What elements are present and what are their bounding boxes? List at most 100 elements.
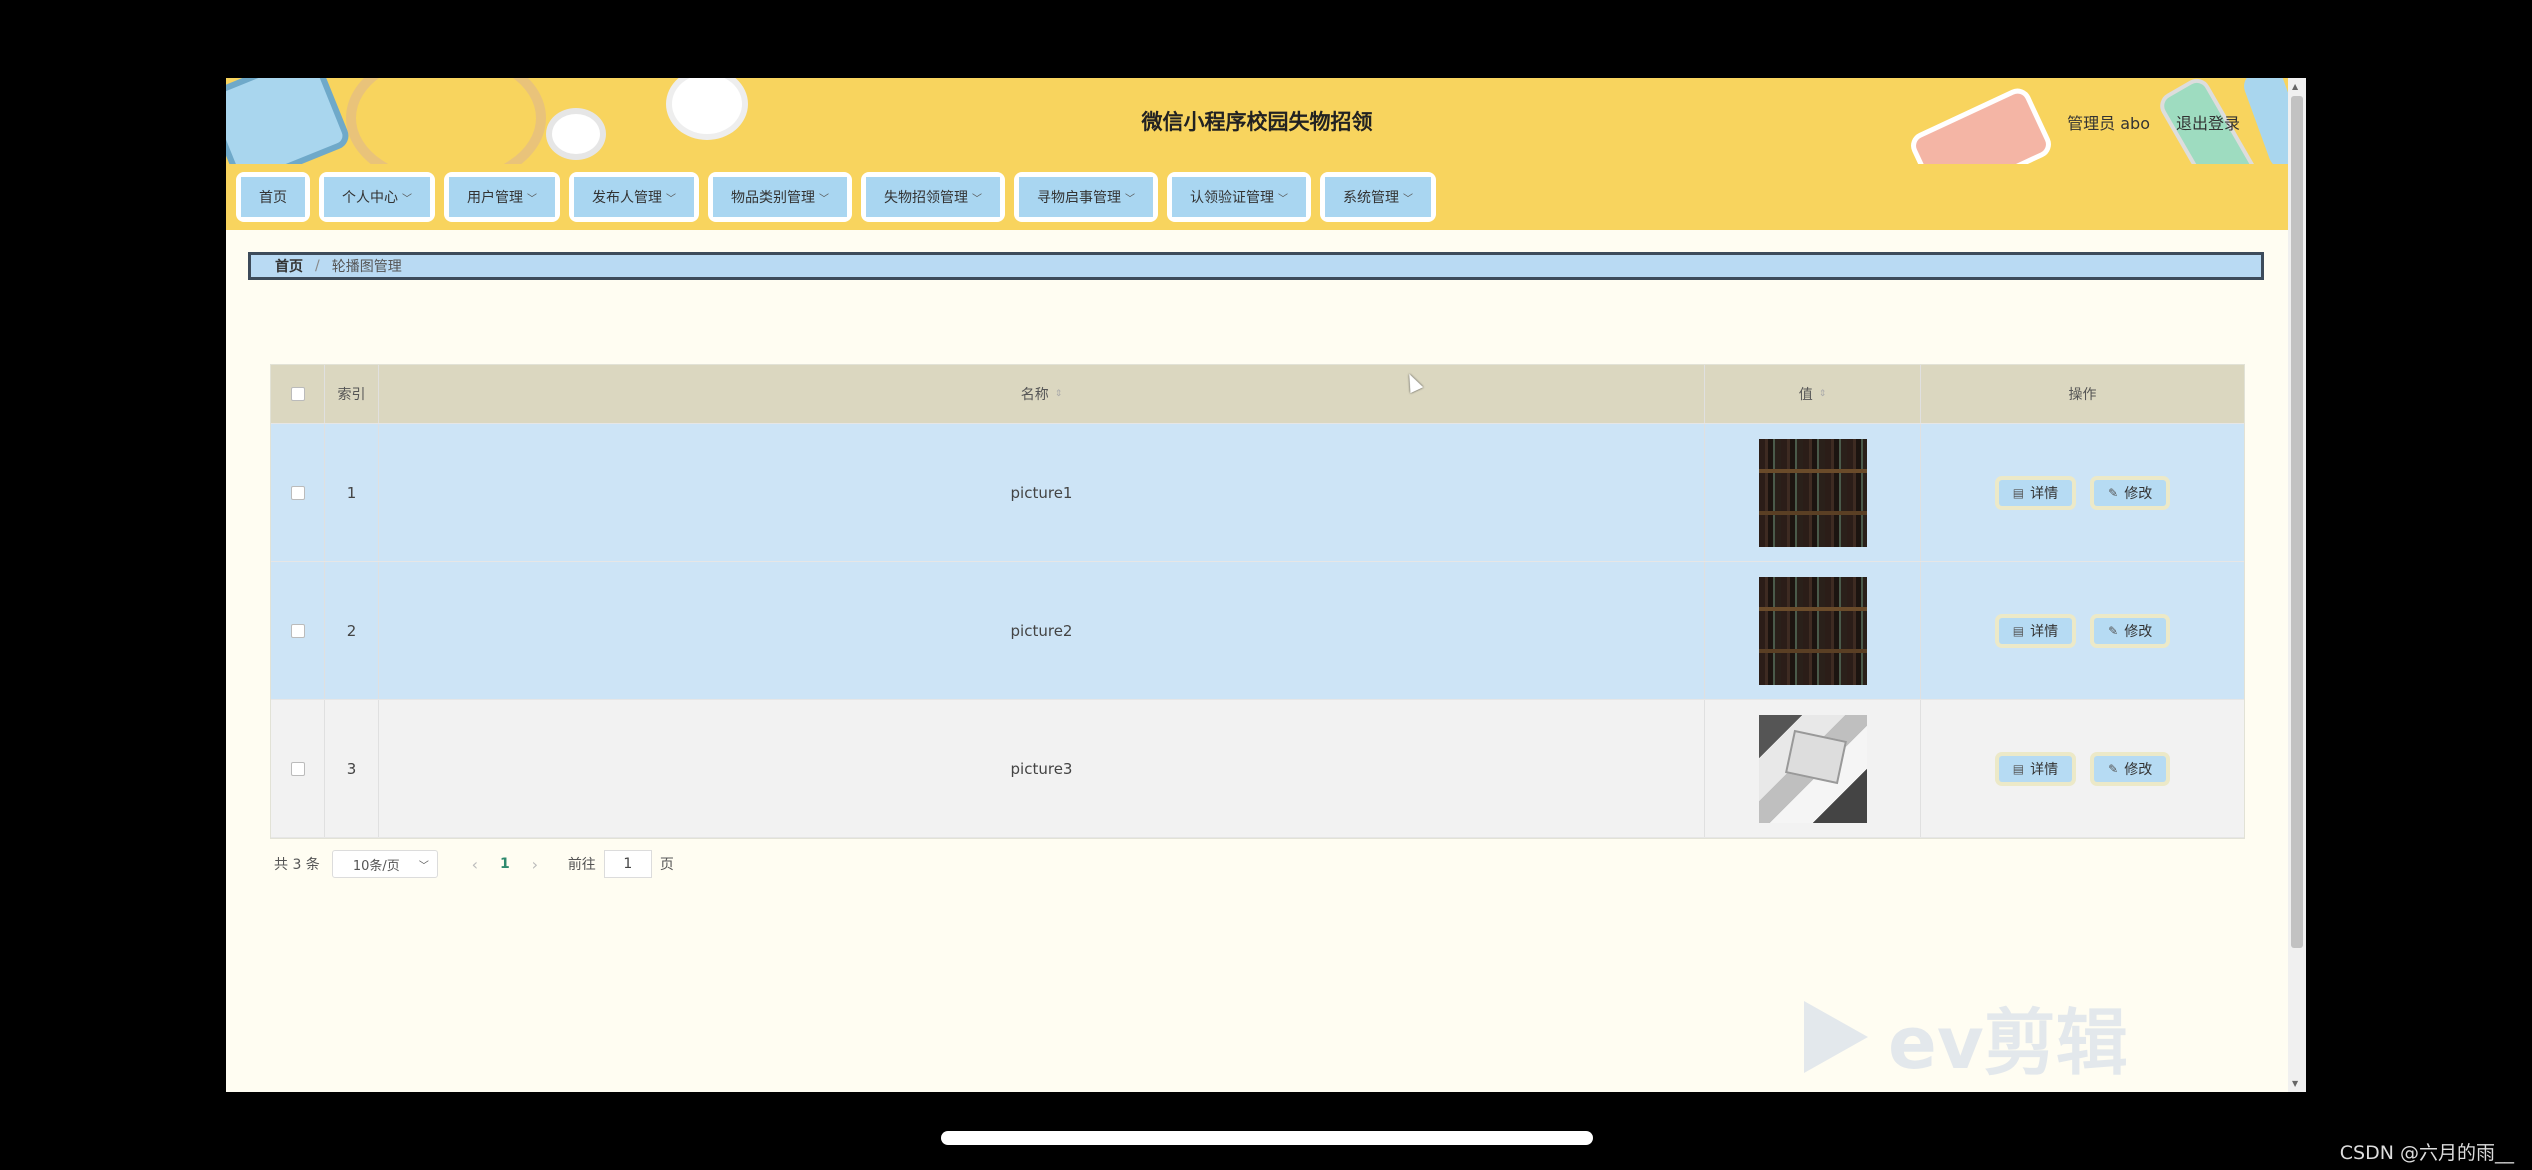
table-row[interactable]: 1 picture1 ▤ 详情 ✎ 修改 bbox=[271, 424, 2244, 562]
nav-item-label: 寻物启事管理 bbox=[1037, 190, 1121, 206]
breadcrumb-home[interactable]: 首页 bbox=[275, 256, 303, 276]
nav-item-system-management[interactable]: 系统管理 ﹀ bbox=[1320, 172, 1436, 222]
goto-page-input[interactable] bbox=[603, 850, 652, 878]
nav-item-label: 首页 bbox=[259, 190, 287, 206]
table-row[interactable]: 2 picture2 ▤ 详情 ✎ 修改 bbox=[271, 562, 2244, 700]
detail-button[interactable]: ▤ 详情 bbox=[1998, 755, 2073, 782]
carousel-table: 索引 名称 ⇕ 值 ⇕ 操作 1 picture1 ▤ 详情 ✎ 修改 2 pictur… bbox=[270, 364, 2245, 839]
logout-link[interactable]: 退出登录 bbox=[2176, 110, 2240, 134]
edit-button[interactable]: ✎ 修改 bbox=[2094, 755, 2167, 782]
bookshelf-thumbnail[interactable] bbox=[1758, 438, 1867, 547]
chevron-down-icon: ﹀ bbox=[1278, 193, 1288, 205]
edit-button[interactable]: ✎ 修改 bbox=[2094, 617, 2167, 644]
header-checkbox-cell bbox=[271, 365, 325, 423]
chevron-down-icon: ﹀ bbox=[1125, 193, 1135, 205]
next-page-icon[interactable]: › bbox=[520, 855, 550, 874]
header-bar: 微信小程序校园失物招领 管理员 abo 退出登录 bbox=[226, 78, 2288, 164]
column-header-value: 值 bbox=[1798, 387, 1813, 403]
bookshelf-thumbnail[interactable] bbox=[1758, 576, 1867, 685]
goto-suffix: 页 bbox=[659, 857, 674, 873]
site-title: 微信小程序校园失物招领 bbox=[1141, 110, 1373, 134]
table-row[interactable]: 3 picture3 ▤ 详情 ✎ 修改 bbox=[271, 700, 2244, 838]
edit-button-wrap: ✎ 修改 bbox=[2090, 613, 2171, 648]
select-all-checkbox[interactable] bbox=[290, 387, 305, 401]
detail-button-wrap: ▤ 详情 bbox=[1994, 751, 2077, 786]
row-name: picture1 bbox=[379, 424, 1705, 561]
nav-item-label: 失物招领管理 bbox=[884, 190, 968, 206]
scroll-up-icon[interactable]: ▲ bbox=[2292, 82, 2298, 91]
sort-icon[interactable]: ⇕ bbox=[1055, 389, 1063, 399]
header-index: 索引 bbox=[325, 365, 379, 423]
row-checkbox[interactable] bbox=[290, 623, 305, 638]
nav-item-label: 用户管理 bbox=[467, 190, 523, 206]
scrollbar-thumb[interactable] bbox=[2291, 96, 2303, 948]
header-name[interactable]: 名称 ⇕ bbox=[379, 365, 1705, 423]
breadcrumb: 首页 / 轮播图管理 bbox=[248, 252, 2264, 280]
header-value[interactable]: 值 ⇕ bbox=[1705, 365, 1921, 423]
detail-button[interactable]: ▤ 详情 bbox=[1998, 479, 2073, 506]
nav-item-home[interactable]: 首页 bbox=[236, 172, 310, 222]
detail-button-wrap: ▤ 详情 bbox=[1994, 613, 2077, 648]
row-index: 1 bbox=[325, 424, 379, 561]
column-header-index: 索引 bbox=[337, 387, 366, 403]
row-checkbox[interactable] bbox=[290, 485, 305, 500]
nav-item-personal-center[interactable]: 个人中心 ﹀ bbox=[319, 172, 435, 222]
edit-pen-icon: ✎ bbox=[2108, 485, 2119, 500]
table-header-row: 索引 名称 ⇕ 值 ⇕ 操作 bbox=[271, 365, 2244, 424]
current-user-label: 管理员 abo bbox=[2067, 114, 2150, 133]
detail-button-wrap: ▤ 详情 bbox=[1994, 475, 2077, 510]
row-name: picture3 bbox=[379, 700, 1705, 837]
page-number-current[interactable]: 1 bbox=[490, 856, 520, 872]
package-box-thumbnail[interactable] bbox=[1758, 714, 1867, 823]
nav-item-category-management[interactable]: 物品类别管理 ﹀ bbox=[708, 172, 852, 222]
csdn-credit: CSDN @六月的雨__ bbox=[2339, 1142, 2514, 1164]
document-icon: ▤ bbox=[2012, 761, 2025, 776]
nav-item-lost-found-management[interactable]: 失物招领管理 ﹀ bbox=[861, 172, 1005, 222]
goto-prefix: 前往 bbox=[567, 857, 596, 873]
scroll-down-icon[interactable]: ▼ bbox=[2292, 1079, 2298, 1088]
detail-label: 详情 bbox=[2030, 761, 2059, 778]
nav-item-label: 认领验证管理 bbox=[1190, 190, 1274, 206]
row-checkbox[interactable] bbox=[290, 761, 305, 776]
user-area: 管理员 abo 退出登录 bbox=[2067, 110, 2240, 134]
edit-button-wrap: ✎ 修改 bbox=[2090, 751, 2171, 786]
breadcrumb-separator: / bbox=[315, 258, 320, 274]
home-indicator-bar[interactable] bbox=[941, 1131, 1593, 1145]
goto-page: 前往 页 bbox=[568, 850, 674, 878]
nav-item-lost-notice-management[interactable]: 寻物启事管理 ﹀ bbox=[1014, 172, 1158, 222]
row-actions: ▤ 详情 ✎ 修改 bbox=[1921, 424, 2244, 561]
nav-item-claim-verification-management[interactable]: 认领验证管理 ﹀ bbox=[1167, 172, 1311, 222]
nav-item-user-management[interactable]: 用户管理 ﹀ bbox=[444, 172, 560, 222]
edit-button-wrap: ✎ 修改 bbox=[2090, 475, 2171, 510]
vertical-scrollbar[interactable]: ▲ ▼ bbox=[2288, 78, 2306, 1092]
chevron-down-icon: ﹀ bbox=[1403, 193, 1413, 205]
detail-label: 详情 bbox=[2030, 485, 2059, 502]
row-value-cell bbox=[1705, 424, 1921, 561]
chevron-down-icon: ﹀ bbox=[402, 193, 412, 205]
edit-pen-icon: ✎ bbox=[2108, 761, 2119, 776]
nav-item-label: 系统管理 bbox=[1343, 190, 1399, 206]
document-icon: ▤ bbox=[2012, 485, 2025, 500]
nav-item-publisher-management[interactable]: 发布人管理 ﹀ bbox=[569, 172, 699, 222]
row-actions: ▤ 详情 ✎ 修改 bbox=[1921, 562, 2244, 699]
row-name: picture2 bbox=[379, 562, 1705, 699]
nav-item-label: 个人中心 bbox=[342, 190, 398, 206]
detail-button[interactable]: ▤ 详情 bbox=[1998, 617, 2073, 644]
page-size-select[interactable]: 10条/页 ﹀ bbox=[331, 850, 438, 878]
edit-label: 修改 bbox=[2124, 485, 2153, 502]
app-window: 微信小程序校园失物招领 管理员 abo 退出登录 首页 个人中心 ﹀ 用户管理 ﹀ … bbox=[226, 78, 2306, 1092]
edit-pen-icon: ✎ bbox=[2108, 623, 2119, 638]
edit-button[interactable]: ✎ 修改 bbox=[2094, 479, 2167, 506]
prev-page-icon[interactable]: ‹ bbox=[460, 855, 490, 874]
detail-label: 详情 bbox=[2030, 623, 2059, 640]
row-value-cell bbox=[1705, 700, 1921, 837]
page-size-value: 10条/页 bbox=[352, 858, 400, 874]
chevron-down-icon: ﹀ bbox=[527, 193, 537, 205]
chevron-down-icon: ﹀ bbox=[972, 193, 982, 205]
watermark-text: ev剪辑 bbox=[1888, 1001, 2128, 1085]
row-index: 2 bbox=[325, 562, 379, 699]
row-checkbox-cell bbox=[271, 424, 325, 561]
video-editor-watermark: ev剪辑 bbox=[1804, 984, 2128, 1089]
chevron-down-icon: ﹀ bbox=[666, 193, 676, 205]
sort-icon[interactable]: ⇕ bbox=[1819, 389, 1827, 399]
